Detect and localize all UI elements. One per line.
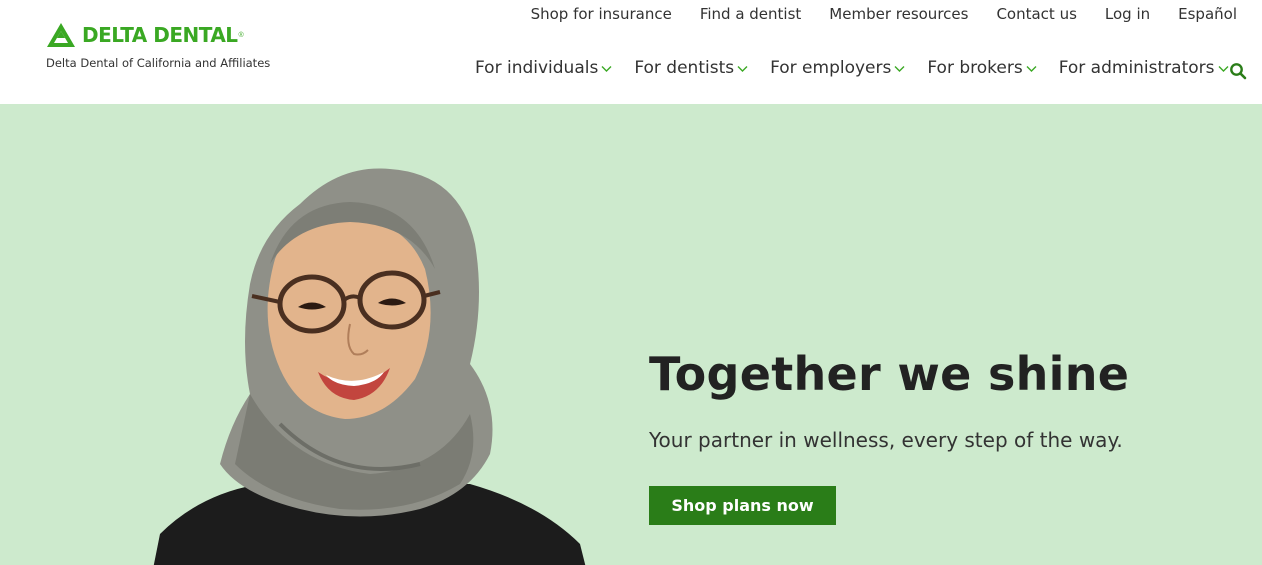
nav-label: For brokers [927,58,1023,78]
hero-portrait-image [153,168,586,565]
chevron-down-icon [1026,66,1037,72]
nav-for-dentists[interactable]: For dentists [634,58,748,78]
shop-plans-now-button[interactable]: Shop plans now [649,486,836,525]
hero-banner: Together we shine Your partner in wellne… [0,104,1262,565]
nav-label: For dentists [634,58,735,78]
nav-label: For employers [770,58,892,78]
chevron-down-icon [894,66,905,72]
search-icon[interactable] [1229,62,1247,80]
shop-for-insurance-link[interactable]: Shop for insurance [531,5,672,23]
nav-label: For administrators [1058,58,1215,78]
member-resources-link[interactable]: Member resources [829,5,968,23]
chevron-down-icon [1218,66,1229,72]
find-a-dentist-link[interactable]: Find a dentist [700,5,801,23]
chevron-down-icon [737,66,748,72]
nav-for-employers[interactable]: For employers [770,58,905,78]
logo-wordmark: DELTA DENTAL [82,23,238,47]
brand-tagline: Delta Dental of California and Affiliate… [46,56,271,70]
delta-dental-logo[interactable]: DELTA DENTAL ® [46,22,244,48]
nav-for-administrators[interactable]: For administrators [1059,58,1229,78]
nav-label: For individuals [475,58,599,78]
log-in-link[interactable]: Log in [1105,5,1150,23]
hero-subtitle: Your partner in wellness, every step of … [649,428,1123,452]
chevron-down-icon [601,66,612,72]
utility-nav: Shop for insurance Find a dentist Member… [531,5,1237,23]
espanol-link[interactable]: Español [1178,5,1237,23]
hero-title: Together we shine [649,347,1130,401]
nav-for-brokers[interactable]: For brokers [927,58,1037,78]
registered-mark: ® [238,31,244,39]
site-header: DELTA DENTAL ® Delta Dental of California… [0,0,1262,104]
delta-triangle-icon [47,23,75,47]
main-nav: For individuals For dentists For employe… [475,58,1251,78]
nav-for-individuals[interactable]: For individuals [475,58,612,78]
contact-us-link[interactable]: Contact us [996,5,1076,23]
